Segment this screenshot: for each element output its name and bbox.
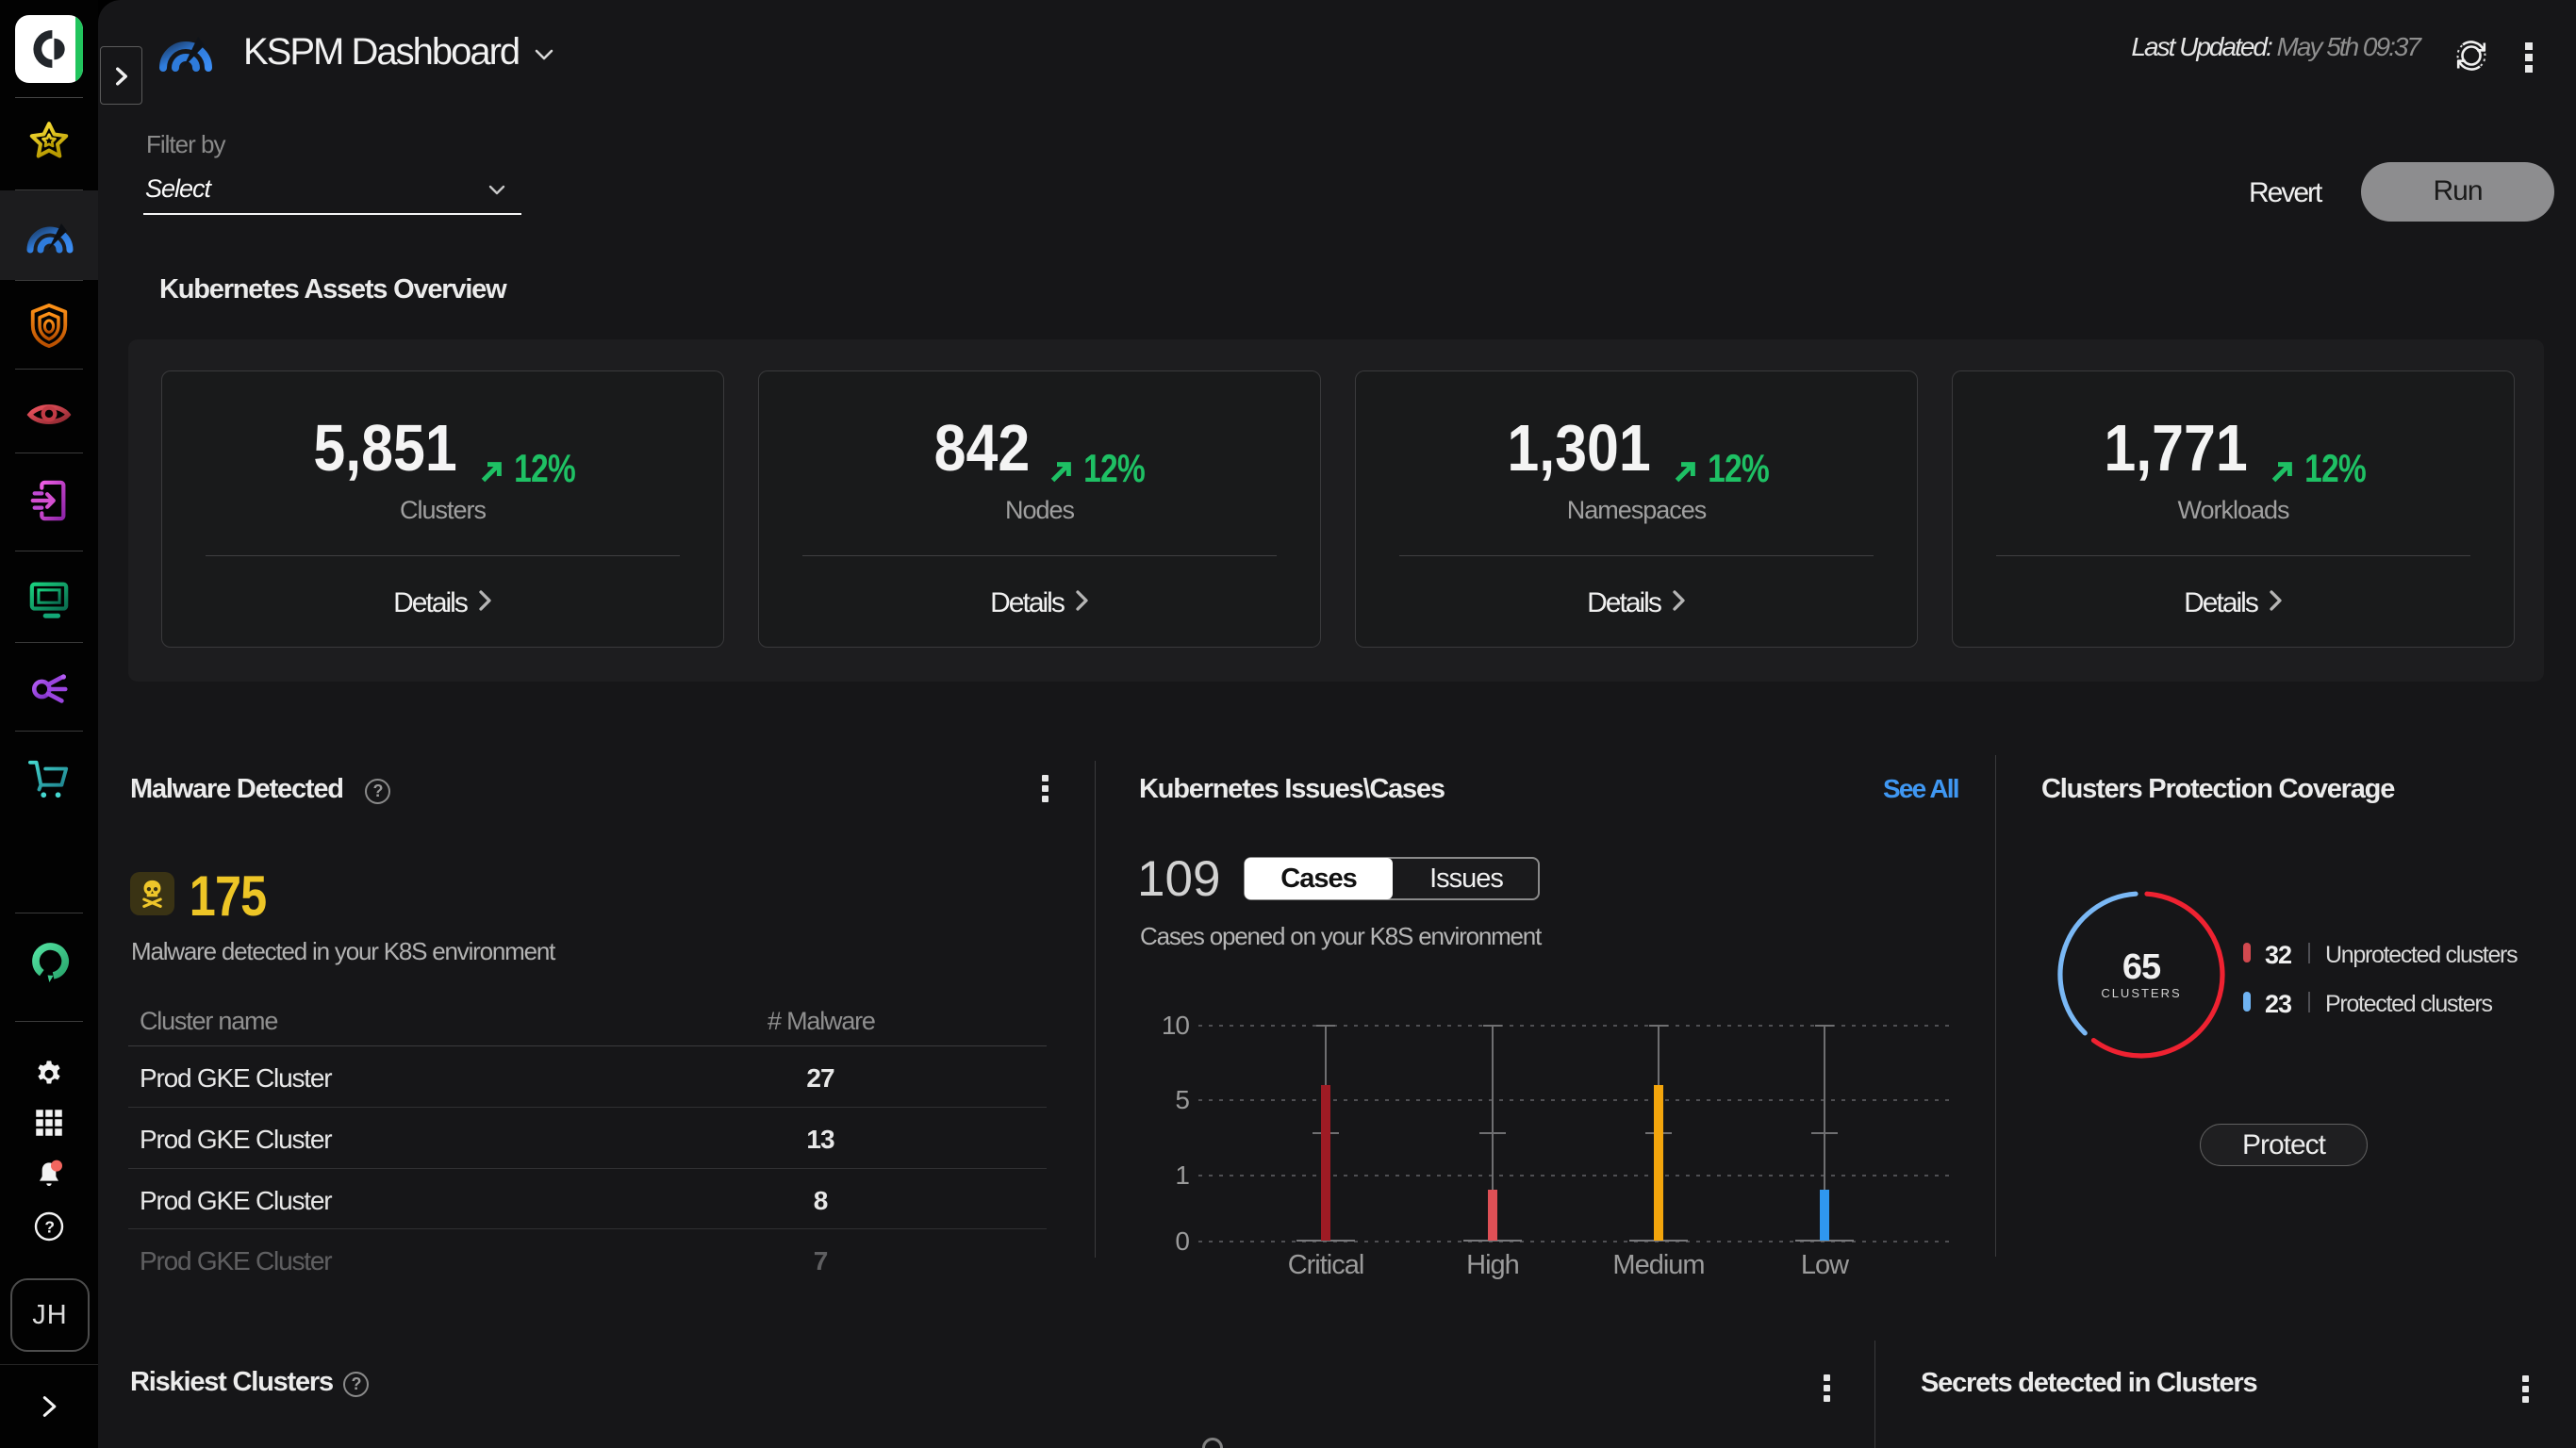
svg-text:?: ? (44, 1218, 54, 1237)
